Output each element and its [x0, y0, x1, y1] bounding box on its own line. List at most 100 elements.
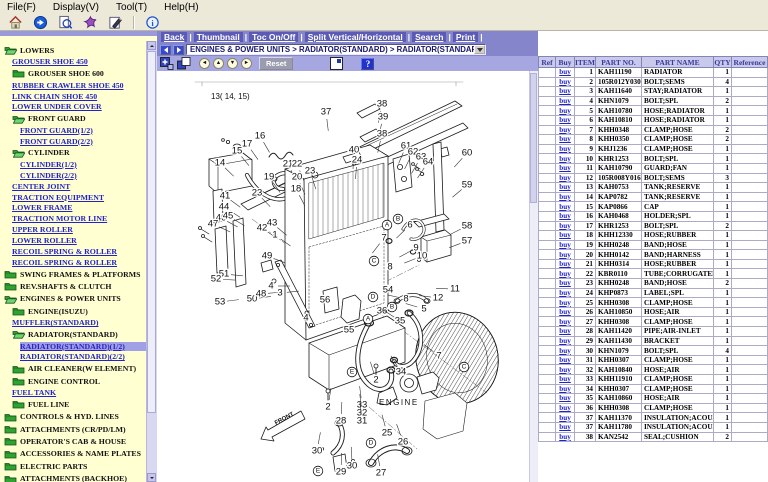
buy-link[interactable]: buy: [559, 279, 571, 287]
callout-16[interactable]: 16: [255, 131, 266, 142]
callout-39[interactable]: 39: [378, 112, 389, 123]
callout-38[interactable]: 38: [377, 129, 388, 140]
info-icon[interactable]: i: [145, 15, 160, 30]
callout-C[interactable]: C: [372, 258, 377, 265]
callout-42[interactable]: 42: [257, 223, 268, 234]
sidebar-item-traction-equipment[interactable]: TRACTION EQUIPMENT: [0, 192, 147, 203]
pan-down-button[interactable]: ▼: [227, 58, 238, 69]
sidebar-item-attachments-backhoe[interactable]: ATTACHMENTS (BACKHOE): [0, 472, 147, 482]
sidebar-item-fuel-line[interactable]: FUEL LINE: [0, 398, 147, 410]
buy-link[interactable]: buy: [559, 375, 571, 383]
sidebar-item-muffler-standard[interactable]: MUFFLER(STANDARD): [0, 317, 147, 328]
buy-link[interactable]: buy: [559, 174, 571, 182]
sidebar-item-front-guard[interactable]: FRONT GUARD: [0, 112, 147, 124]
callout-2[interactable]: 2: [325, 402, 330, 413]
nav-link-split-vertical-horizontal[interactable]: Split Vertical/Horizontal: [305, 32, 406, 42]
sidebar-item-rubber-crawler-shoe-450[interactable]: RUBBER CRAWLER SHOE 450: [0, 80, 147, 91]
callout-56[interactable]: 56: [320, 295, 331, 306]
callout-57[interactable]: 57: [462, 236, 473, 247]
sidebar-item-upper-roller[interactable]: UPPER ROLLER: [0, 224, 147, 235]
sidebar-item-radiator-standard-2-2[interactable]: RADIATOR(STANDARD)(2/2): [0, 352, 147, 363]
zoom-in-icon[interactable]: [160, 57, 174, 70]
sidebar-item-engine-isuzu[interactable]: ENGINE(ISUZU): [0, 305, 147, 317]
sidebar-item-radiator-standard[interactable]: RADIATOR(STANDARD): [0, 328, 147, 340]
go-forward-icon[interactable]: [33, 15, 48, 30]
callout-7[interactable]: 7: [381, 233, 386, 244]
callout-A[interactable]: A: [385, 222, 390, 229]
sidebar-item-rev-shafts-clutch[interactable]: REV.SHAFTS & CLUTCH: [0, 280, 147, 292]
sidebar-item-label[interactable]: MUFFLER(STANDARD): [12, 318, 98, 327]
sidebar-item-cylinder[interactable]: CYLINDER: [0, 147, 147, 159]
callout-55[interactable]: 55: [344, 325, 355, 336]
sidebar-item-label[interactable]: LOWER FRAME: [12, 203, 72, 212]
callout-38[interactable]: 38: [377, 99, 388, 110]
callout-31[interactable]: 31: [357, 416, 368, 427]
callout-48[interactable]: 48: [256, 289, 267, 300]
sidebar-item-label[interactable]: TRACTION MOTOR LINE: [12, 214, 107, 223]
sidebar-item-accessories-name-plates[interactable]: ACCESSORIES & NAME PLATES: [0, 448, 147, 460]
callout-17[interactable]: 17: [242, 139, 253, 150]
callout-E[interactable]: E: [316, 468, 321, 475]
sidebar-item-traction-motor-line[interactable]: TRACTION MOTOR LINE: [0, 213, 147, 224]
callout-29[interactable]: 29: [336, 467, 347, 478]
buy-link[interactable]: buy: [559, 260, 571, 268]
callout-43[interactable]: 43: [267, 218, 278, 229]
sidebar-scrollbar[interactable]: [146, 41, 157, 482]
reset-button[interactable]: Reset: [259, 57, 293, 70]
buy-link[interactable]: buy: [559, 107, 571, 115]
sidebar-item-engine-control[interactable]: ENGINE CONTROL: [0, 375, 147, 387]
callout-28[interactable]: 28: [336, 416, 347, 427]
sidebar-item-lower-frame[interactable]: LOWER FRAME: [0, 202, 147, 213]
buy-link[interactable]: buy: [559, 308, 571, 316]
sidebar-item-label[interactable]: LOWER ROLLER: [12, 236, 77, 245]
buy-link[interactable]: buy: [559, 78, 571, 86]
callout-54[interactable]: 54: [383, 285, 394, 296]
callout-64[interactable]: 64: [423, 157, 434, 168]
buy-link[interactable]: buy: [559, 414, 571, 422]
callout-A[interactable]: A: [366, 316, 371, 323]
breadcrumb-forward-button[interactable]: [173, 45, 184, 55]
buy-link[interactable]: buy: [559, 183, 571, 191]
sidebar-item-label[interactable]: LINK CHAIN SHOE 450: [12, 92, 97, 101]
callout-15[interactable]: 15: [232, 146, 243, 157]
buy-link[interactable]: buy: [559, 164, 571, 172]
sidebar-item-recoil-spring-roller[interactable]: RECOIL SPRING & ROLLER: [0, 257, 147, 268]
buy-link[interactable]: buy: [559, 222, 571, 230]
callout-23[interactable]: 23: [305, 166, 316, 177]
buy-link[interactable]: buy: [559, 135, 571, 143]
sidebar-item-controls-hyd-lines[interactable]: CONTROLS & HYD. LINES: [0, 411, 147, 423]
callout-C[interactable]: C: [462, 364, 467, 371]
callout-B[interactable]: B: [390, 304, 394, 311]
sidebar-item-grouser-shoe-450[interactable]: GROUSER SHOE 450: [0, 56, 147, 67]
callout-5[interactable]: 5: [421, 304, 426, 315]
buy-link[interactable]: buy: [559, 404, 571, 412]
sidebar-item-operator-s-cab-house[interactable]: OPERATOR'S CAB & HOUSE: [0, 435, 147, 447]
sidebar-item-fuel-tank[interactable]: FUEL TANK: [0, 387, 147, 398]
buy-link[interactable]: buy: [559, 212, 571, 220]
sidebar-item-label[interactable]: FRONT GUARD(2/2): [20, 137, 93, 146]
callout-D[interactable]: D: [371, 294, 376, 301]
callout-8[interactable]: 8: [403, 294, 408, 305]
breadcrumb-back-button[interactable]: [160, 45, 171, 55]
buy-link[interactable]: buy: [559, 337, 571, 345]
buy-link[interactable]: buy: [559, 356, 571, 364]
callout-14[interactable]: 14: [215, 158, 226, 169]
callout-7[interactable]: 7: [436, 351, 441, 362]
parts-flower-icon[interactable]: [83, 15, 98, 30]
callout-4[interactable]: 4: [268, 281, 273, 292]
scroll-up-arrow-icon[interactable]: [147, 41, 156, 50]
callout-23[interactable]: 23: [252, 188, 263, 199]
buy-link[interactable]: buy: [559, 366, 571, 374]
buy-link[interactable]: buy: [559, 347, 571, 355]
sidebar-item-air-cleaner-w-element[interactable]: AIR CLEANER(W ELEMENT): [0, 362, 147, 374]
callout-60[interactable]: 60: [462, 148, 473, 159]
callout-2[interactable]: 2: [373, 375, 378, 386]
callout-53[interactable]: 53: [215, 297, 226, 308]
pan-up-button[interactable]: ▲: [213, 58, 224, 69]
sidebar-item-label[interactable]: FRONT GUARD(1/2): [20, 126, 93, 135]
sidebar-item-label[interactable]: GROUSER SHOE 450: [12, 57, 88, 66]
callout-35[interactable]: 35: [395, 316, 406, 327]
callout-D[interactable]: D: [369, 440, 374, 447]
callout-52[interactable]: 52: [211, 274, 222, 285]
sidebar-item-label[interactable]: RECOIL SPRING & ROLLER: [12, 247, 117, 256]
